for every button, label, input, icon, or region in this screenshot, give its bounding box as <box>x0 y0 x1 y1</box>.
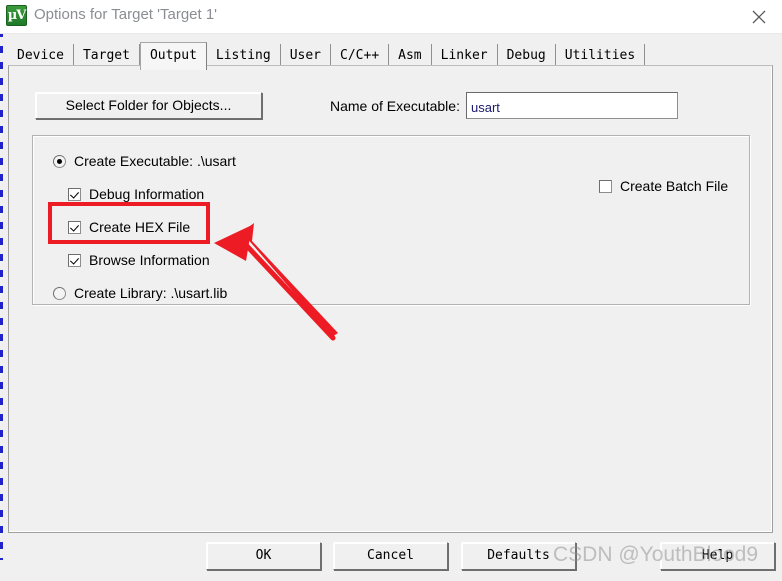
create-batch-file-label: Create Batch File <box>620 178 729 194</box>
radio-indicator <box>53 155 66 168</box>
debug-information-label: Debug Information <box>89 186 205 202</box>
ok-button[interactable]: OK <box>206 542 321 570</box>
create-batch-file-checkbox[interactable]: Create Batch File <box>599 178 728 194</box>
create-executable-label: Create Executable: .\usart <box>74 153 236 169</box>
browse-information-checkbox[interactable]: Browse Information <box>68 252 210 268</box>
defaults-button[interactable]: Defaults <box>461 542 576 570</box>
checkbox-indicator <box>68 221 81 234</box>
create-library-radio[interactable]: Create Library: .\usart.lib <box>53 285 227 301</box>
tab-output[interactable]: Output <box>139 42 207 70</box>
window-title: Options for Target 'Target 1' <box>34 6 218 23</box>
output-options-group: Create Executable: .\usart Debug Informa… <box>32 135 750 305</box>
uvision-logo-icon: µV <box>6 5 27 26</box>
checkbox-indicator <box>68 254 81 267</box>
title-bar: µV Options for Target 'Target 1' <box>0 0 782 34</box>
close-icon[interactable] <box>736 0 782 32</box>
checkbox-indicator <box>599 180 612 193</box>
create-executable-radio[interactable]: Create Executable: .\usart <box>53 153 236 169</box>
create-hex-file-checkbox[interactable]: Create HEX File <box>68 219 190 235</box>
create-library-label: Create Library: .\usart.lib <box>74 285 228 301</box>
select-folder-for-objects-button[interactable]: Select Folder for Objects... <box>35 92 262 119</box>
cancel-button[interactable]: Cancel <box>333 542 448 570</box>
checkbox-indicator <box>68 188 81 201</box>
left-edge-marker <box>0 30 3 560</box>
radio-indicator <box>53 287 66 300</box>
help-button[interactable]: Help <box>660 542 775 570</box>
name-of-executable-label: Name of Executable: <box>330 98 460 114</box>
name-of-executable-input[interactable] <box>466 92 678 119</box>
browse-information-label: Browse Information <box>89 252 210 268</box>
tab-strip[interactable]: Device Target Output Listing User C/C++ Asm Lin… <box>8 42 646 70</box>
options-dialog: µV Options for Target 'Target 1' Device T… <box>0 0 782 581</box>
create-hex-file-label: Create HEX File <box>89 219 191 235</box>
debug-information-checkbox[interactable]: Debug Information <box>68 186 204 202</box>
